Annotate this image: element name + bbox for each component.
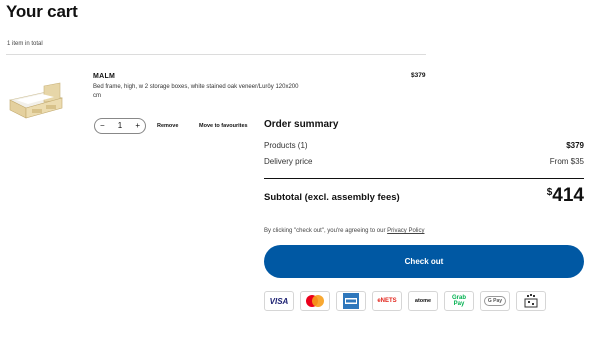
mastercard-logo bbox=[300, 291, 330, 311]
delivery-value: From $35 bbox=[549, 157, 584, 166]
product-image[interactable] bbox=[6, 82, 66, 122]
amex-logo bbox=[336, 291, 366, 311]
remove-button[interactable]: Remove bbox=[157, 123, 178, 129]
amex-icon bbox=[343, 293, 359, 309]
move-to-favourites-button[interactable]: Move to favourites bbox=[199, 123, 248, 129]
gpay-text: G Pay bbox=[483, 296, 507, 306]
delivery-label: Delivery price bbox=[264, 157, 313, 166]
mastercard-icon bbox=[306, 295, 324, 307]
subtotal-label: Subtotal (excl. assembly fees) bbox=[264, 192, 400, 203]
currency-symbol: $ bbox=[546, 187, 553, 198]
plus-icon[interactable]: + bbox=[135, 122, 140, 130]
page-title: Your cart bbox=[6, 2, 78, 21]
paynow-logo bbox=[516, 291, 546, 311]
visa-text: VISA bbox=[269, 296, 289, 306]
grabpay-logo: Grab Pay bbox=[444, 291, 474, 311]
privacy-policy-link[interactable]: Privacy Policy bbox=[387, 228, 424, 234]
visa-logo: VISA bbox=[264, 291, 294, 311]
subtotal-amount: 414 bbox=[552, 185, 584, 206]
summary-divider bbox=[264, 178, 584, 179]
enets-logo: eNETS bbox=[372, 291, 402, 311]
atome-logo: atome bbox=[408, 291, 438, 311]
quantity-stepper[interactable]: − 1 + bbox=[94, 118, 146, 134]
cart-divider bbox=[6, 54, 426, 55]
payment-methods: VISA eNETS atome Grab Pay G Pay bbox=[264, 291, 546, 311]
products-label: Products (1) bbox=[264, 141, 308, 150]
item-count: 1 item in total bbox=[7, 41, 43, 47]
products-value: $379 bbox=[566, 141, 584, 150]
product-description: Bed frame, high, w 2 storage boxes, whit… bbox=[93, 84, 299, 99]
checkout-button[interactable]: Check out bbox=[264, 245, 584, 278]
pay-text: Pay bbox=[453, 301, 465, 307]
bed-icon bbox=[9, 82, 63, 119]
paynow-icon bbox=[524, 294, 538, 308]
product-name[interactable]: MALM bbox=[93, 73, 115, 80]
atome-text: atome bbox=[414, 298, 432, 304]
terms-prefix: By clicking "check out", you're agreeing… bbox=[264, 228, 388, 234]
terms-text: By clicking "check out", you're agreeing… bbox=[264, 228, 424, 234]
product-price: $379 bbox=[411, 72, 426, 79]
quantity-value: 1 bbox=[117, 121, 123, 130]
minus-icon[interactable]: − bbox=[100, 122, 105, 130]
enets-text: eNETS bbox=[377, 298, 397, 304]
google-pay-logo: G Pay bbox=[480, 291, 510, 311]
order-summary-title: Order summary bbox=[264, 119, 339, 130]
subtotal-value: $414 bbox=[547, 185, 584, 207]
